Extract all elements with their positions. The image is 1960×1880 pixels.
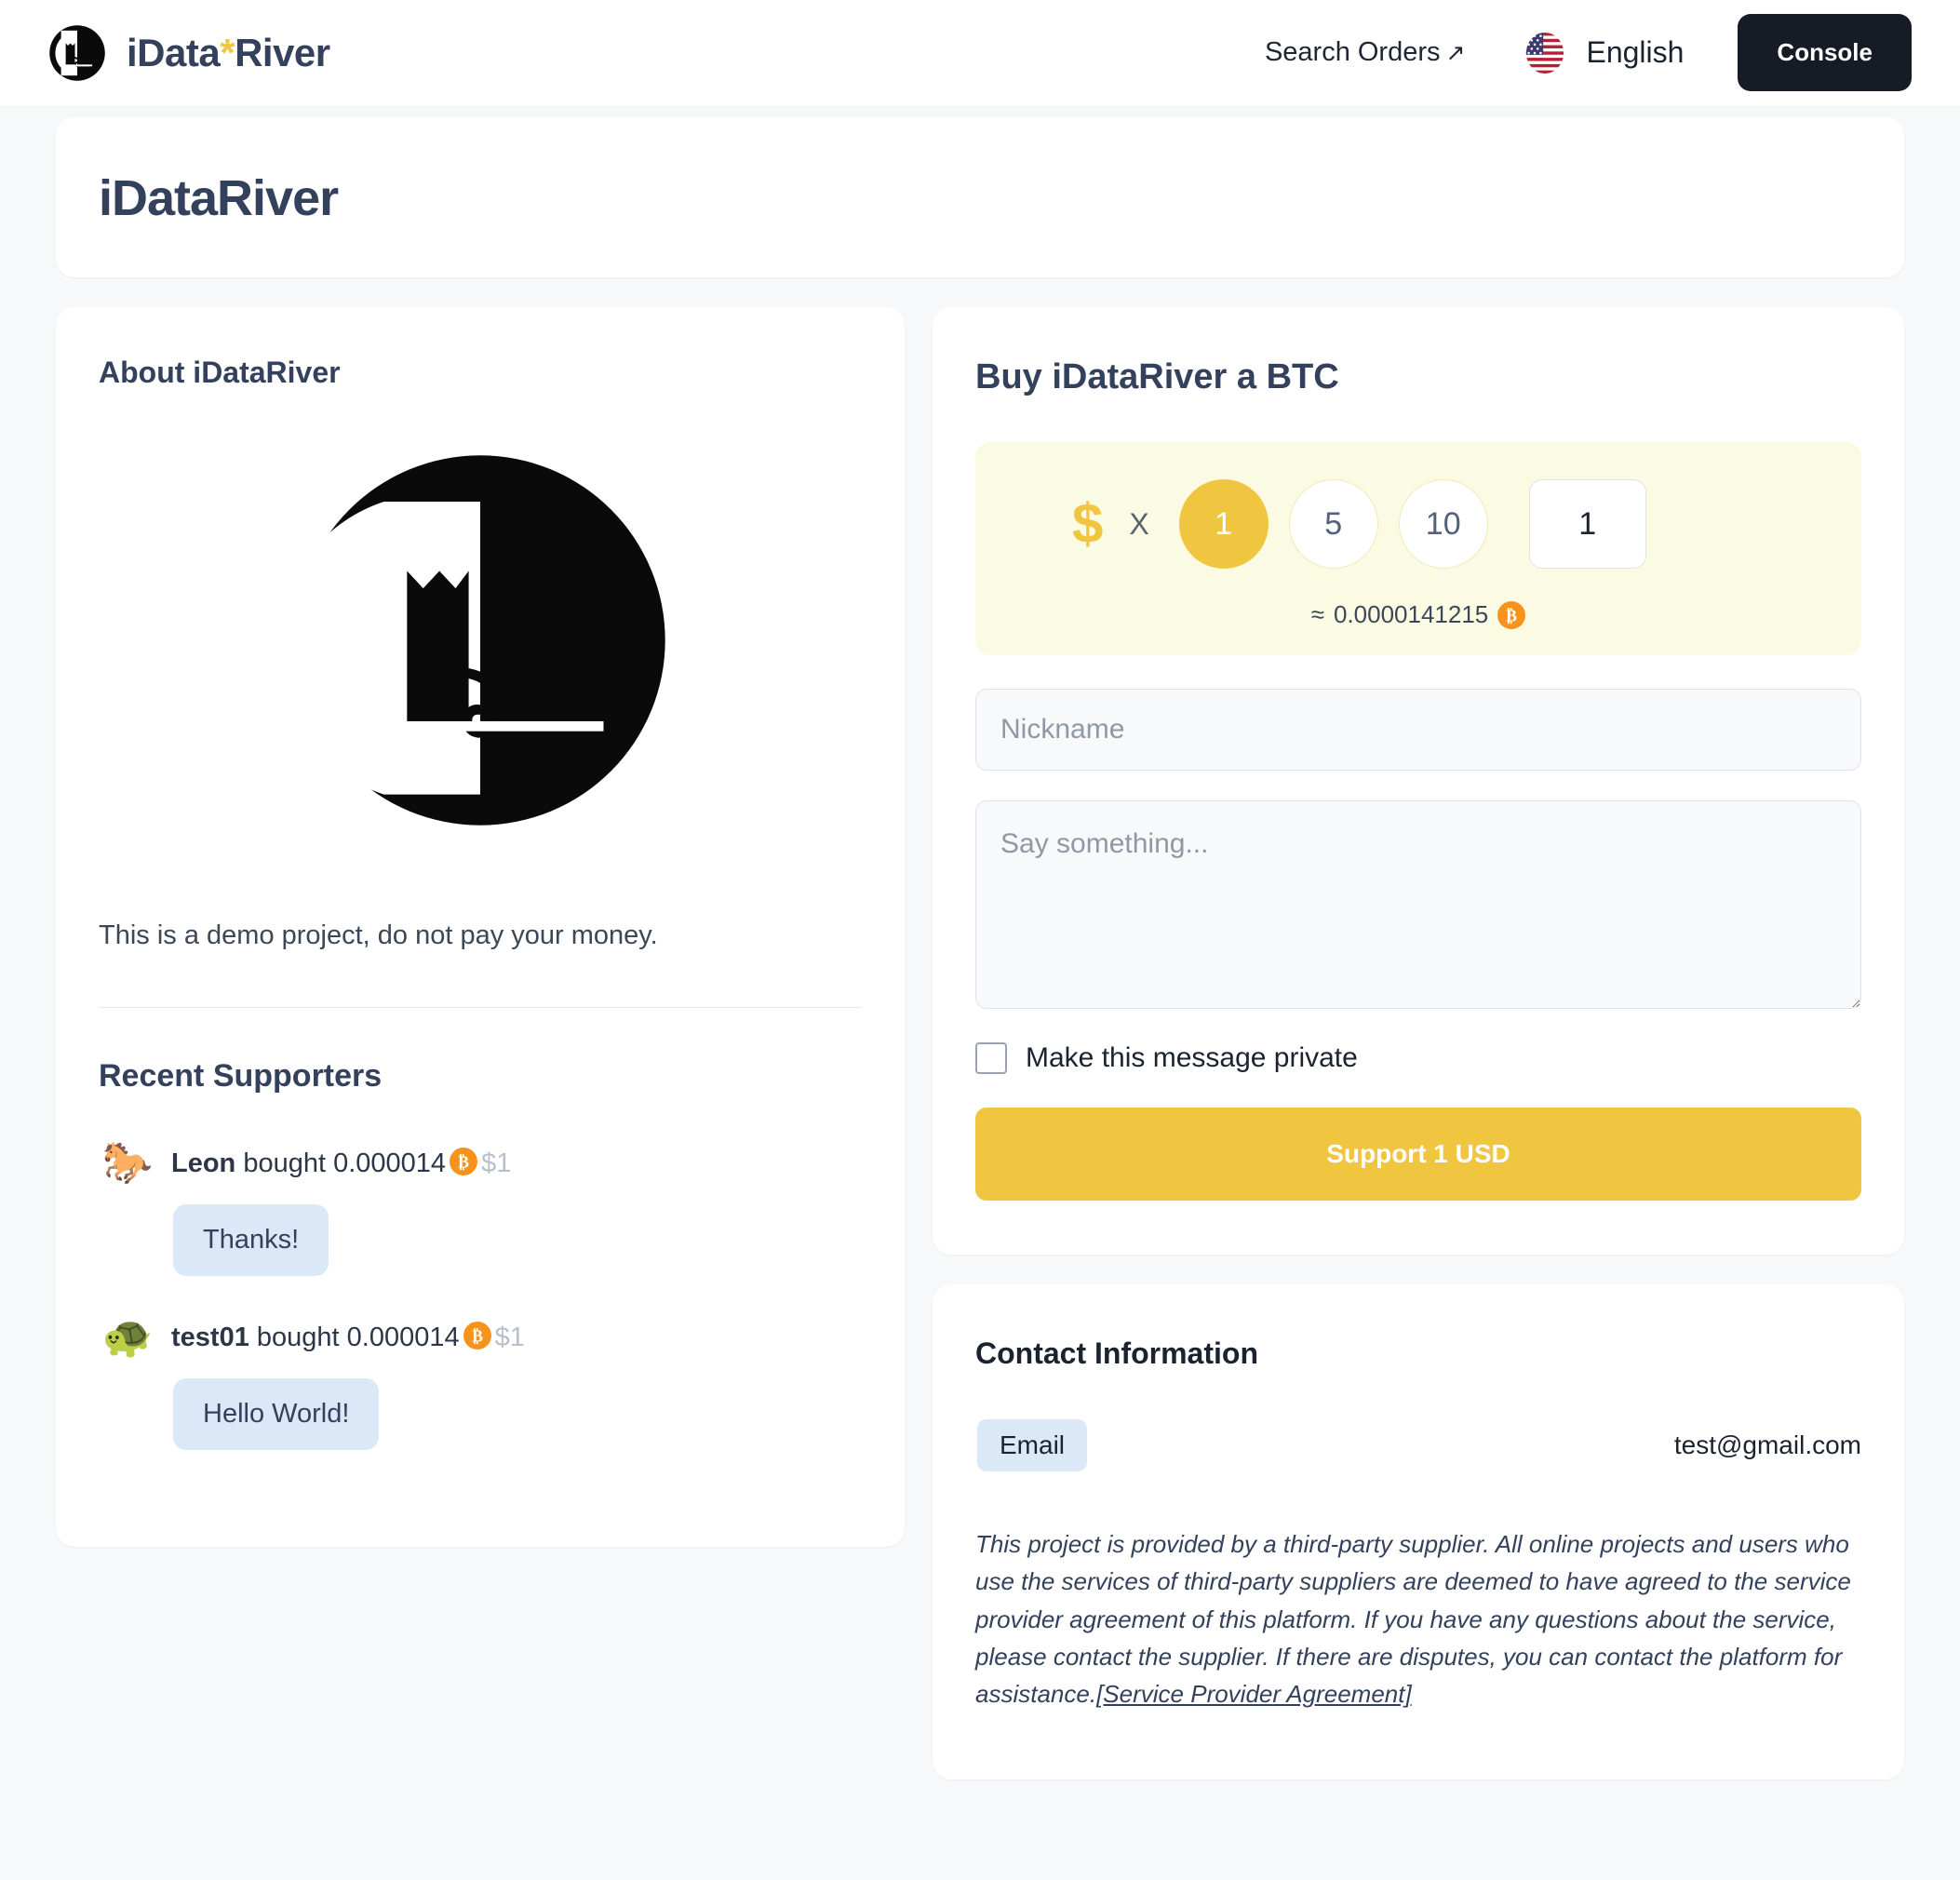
- amount-preset-1[interactable]: 1: [1178, 479, 1269, 569]
- supporter-action: bought: [243, 1148, 327, 1178]
- service-provider-agreement-link[interactable]: [Service Provider Agreement]: [1096, 1680, 1412, 1708]
- us-flag-icon: [1519, 32, 1571, 74]
- two-column-layout: About iDataRiver This is a demo project,…: [56, 307, 1904, 1780]
- contact-card: Contact Information Email test@gmail.com…: [933, 1284, 1904, 1780]
- project-image-wrap: [99, 431, 862, 859]
- about-section-title: About iDataRiver: [99, 356, 341, 389]
- about-divider: [99, 1006, 862, 1008]
- brand-prefix: iData: [127, 30, 221, 74]
- supporter-summary-text: test01 bought 0.000014 ₿ $1: [171, 1321, 525, 1353]
- top-navigation-bar: iData*River Search Orders ↗ English Cons…: [0, 0, 1960, 105]
- disclaimer-text: This project is provided by a third-part…: [975, 1525, 1861, 1712]
- amount-preset-5[interactable]: 5: [1288, 479, 1378, 569]
- approx-btc-value: 0.0000141215: [1333, 600, 1489, 628]
- svg-text:₿: ₿: [1506, 606, 1517, 624]
- supporter-message-bubble: Hello World!: [173, 1377, 380, 1450]
- console-button[interactable]: Console: [1738, 14, 1912, 91]
- supporter-avatar: 🐢: [101, 1313, 154, 1360]
- supporter-list-item: 🐢 test01 bought 0.000014 ₿ $1 Hello World!: [99, 1313, 862, 1450]
- private-message-checkbox[interactable]: [975, 1042, 1007, 1074]
- supporter-action: bought: [256, 1322, 340, 1352]
- message-textarea[interactable]: [975, 800, 1861, 1009]
- idatariver-cat-logo-large-icon: [277, 448, 673, 833]
- external-link-arrow-icon: ↗: [1445, 40, 1466, 66]
- search-orders-label: Search Orders: [1264, 37, 1441, 67]
- supporter-name: test01: [171, 1322, 249, 1352]
- supporter-amount: 0.000014: [346, 1322, 460, 1352]
- multiply-symbol: X: [1129, 506, 1149, 541]
- bitcoin-icon: ₿: [450, 1147, 478, 1175]
- svg-text:₿: ₿: [458, 1152, 469, 1171]
- language-label: English: [1586, 35, 1685, 69]
- brand-wordmark: iData*River: [127, 31, 330, 75]
- right-column: Buy iDataRiver a BTC $ X 1 5 10 ≈ 0.0000…: [933, 307, 1904, 1780]
- left-column: About iDataRiver This is a demo project,…: [56, 307, 905, 1547]
- about-description: This is a demo project, do not pay your …: [99, 920, 658, 950]
- supporter-usd-amount: $1: [481, 1148, 512, 1178]
- contact-row: Email test@gmail.com: [975, 1419, 1861, 1471]
- approx-symbol: ≈: [1310, 600, 1324, 628]
- recent-supporters-title: Recent Supporters: [99, 1057, 383, 1094]
- page-content: iDataRiver About iDataRiver This is a de…: [0, 105, 1960, 1835]
- amount-preset-10[interactable]: 10: [1398, 479, 1488, 569]
- page-title: iDataRiver: [99, 170, 339, 226]
- nickname-input[interactable]: [975, 689, 1861, 771]
- private-message-row: Make this message private: [975, 1042, 1861, 1074]
- amount-options-row: $ X 1 5 10: [1009, 479, 1828, 569]
- language-selector[interactable]: English: [1519, 32, 1685, 74]
- supporter-avatar: 🐎: [101, 1139, 154, 1186]
- btc-equivalent-row: ≈ 0.0000141215 ₿: [1009, 600, 1828, 629]
- supporter-amount: 0.000014: [333, 1148, 447, 1178]
- contact-value[interactable]: test@gmail.com: [1674, 1430, 1861, 1460]
- amount-selector-panel: $ X 1 5 10 ≈ 0.0000141215 ₿: [975, 442, 1861, 655]
- dollar-sign-icon: $: [1072, 492, 1104, 555]
- brand-logo[interactable]: iData*River: [48, 24, 330, 82]
- supporter-summary-text: Leon bought 0.000014 ₿ $1: [171, 1147, 512, 1179]
- svg-text:₿: ₿: [472, 1326, 483, 1345]
- brand-asterisk: *: [220, 30, 235, 74]
- supporter-summary-line: 🐎 Leon bought 0.000014 ₿ $1: [99, 1139, 862, 1186]
- top-actions: Search Orders ↗ English Console: [1265, 14, 1912, 91]
- supporter-usd-amount: $1: [494, 1322, 525, 1352]
- supporter-summary-line: 🐢 test01 bought 0.000014 ₿ $1: [99, 1313, 862, 1360]
- supporter-name: Leon: [171, 1148, 236, 1178]
- brand-suffix: River: [235, 30, 330, 74]
- supporter-list-item: 🐎 Leon bought 0.000014 ₿ $1 Thanks!: [99, 1139, 862, 1276]
- contact-type-badge: Email: [977, 1419, 1088, 1471]
- supporter-message-bubble: Thanks!: [173, 1203, 329, 1276]
- support-submit-button[interactable]: Support 1 USD: [975, 1108, 1861, 1201]
- bitcoin-icon: ₿: [463, 1321, 491, 1350]
- about-card: About iDataRiver This is a demo project,…: [56, 307, 905, 1547]
- idatariver-cat-logo-icon: [48, 24, 106, 82]
- search-orders-link[interactable]: Search Orders ↗: [1265, 37, 1466, 68]
- buy-card: Buy iDataRiver a BTC $ X 1 5 10 ≈ 0.0000…: [933, 307, 1904, 1255]
- custom-amount-input[interactable]: [1528, 479, 1646, 569]
- contact-information-title: Contact Information: [975, 1336, 1258, 1370]
- private-message-label[interactable]: Make this message private: [1026, 1042, 1358, 1074]
- hero-card: iDataRiver: [56, 117, 1904, 277]
- buy-card-title: Buy iDataRiver a BTC: [975, 357, 1339, 396]
- bitcoin-icon: ₿: [1497, 600, 1526, 629]
